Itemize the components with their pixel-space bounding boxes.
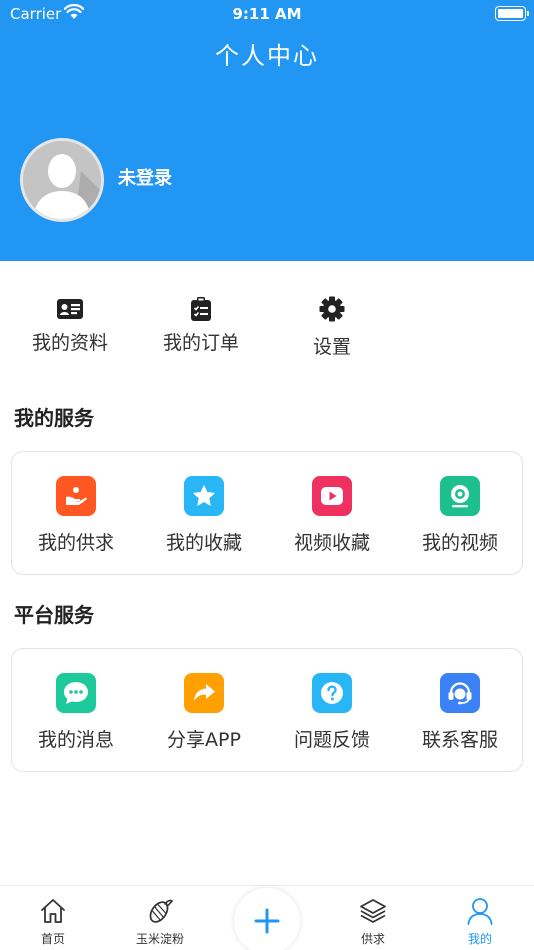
platform-services-card: 我的消息 分享APP 问题反馈 联系客服: [11, 648, 523, 772]
share-arrow-icon: [184, 673, 224, 713]
tab-mine-label: 我的: [467, 932, 492, 946]
add-post-button[interactable]: [234, 888, 300, 950]
question-icon: [312, 673, 352, 713]
profile-header: Carrier 9:11 AM 个人中心 未登录: [0, 0, 534, 261]
my-services-title: 我的服务: [14, 406, 94, 430]
feedback-label: 问题反馈: [293, 729, 370, 751]
share-app-button[interactable]: 分享APP: [140, 673, 268, 752]
tab-corn-starch[interactable]: 玉米淀粉: [115, 896, 205, 947]
chat-bubble-icon: [56, 673, 96, 713]
video-favorites-label: 视频收藏: [293, 532, 370, 554]
gear-icon: [272, 296, 392, 322]
headset-icon: [440, 673, 480, 713]
login-status-label[interactable]: 未登录: [118, 164, 172, 190]
settings-button[interactable]: 设置: [272, 296, 392, 359]
tab-corn-starch-label: 玉米淀粉: [135, 932, 184, 946]
plus-icon: [254, 908, 280, 934]
tab-home[interactable]: 首页: [8, 896, 98, 947]
star-icon: [184, 476, 224, 516]
hand-supply-icon: [56, 476, 96, 516]
avatar[interactable]: [20, 138, 104, 222]
tab-home-label: 首页: [40, 932, 65, 946]
my-videos-button[interactable]: 我的视频: [396, 476, 524, 555]
my-supply-button[interactable]: 我的供求: [12, 476, 140, 555]
avatar-silhouette-icon: [23, 141, 101, 219]
tab-mine[interactable]: 我的: [435, 896, 525, 947]
webcam-icon: [440, 476, 480, 516]
my-profile-button[interactable]: 我的资料: [10, 296, 130, 355]
customer-service-button[interactable]: 联系客服: [396, 673, 524, 752]
user-icon: [435, 896, 525, 926]
page-title: 个人中心: [215, 42, 319, 70]
my-services-card: 我的供求 我的收藏 视频收藏 我的视频: [11, 451, 523, 575]
customer-service-label: 联系客服: [421, 729, 498, 751]
my-messages-button[interactable]: 我的消息: [12, 673, 140, 752]
battery-icon: [495, 6, 529, 21]
home-icon: [8, 896, 98, 926]
status-bar: Carrier 9:11 AM: [0, 0, 534, 28]
layers-icon: [328, 896, 418, 926]
video-favorites-button[interactable]: 视频收藏: [268, 476, 396, 555]
feedback-button[interactable]: 问题反馈: [268, 673, 396, 752]
tab-supply-demand-label: 供求: [360, 932, 385, 946]
my-orders-label: 我的订单: [162, 332, 239, 354]
platform-services-title: 平台服务: [14, 603, 94, 627]
my-messages-label: 我的消息: [37, 729, 114, 751]
my-profile-label: 我的资料: [31, 332, 108, 354]
share-app-label: 分享APP: [167, 729, 241, 751]
my-favorites-label: 我的收藏: [165, 532, 242, 554]
id-card-icon: [10, 296, 130, 322]
my-supply-label: 我的供求: [37, 532, 114, 554]
my-videos-label: 我的视频: [421, 532, 498, 554]
tab-supply-demand[interactable]: 供求: [328, 896, 418, 947]
corn-icon: [115, 896, 205, 926]
my-favorites-button[interactable]: 我的收藏: [140, 476, 268, 555]
my-orders-button[interactable]: 我的订单: [141, 296, 261, 355]
clipboard-list-icon: [141, 296, 261, 322]
clock: 9:11 AM: [232, 5, 302, 23]
settings-label: 设置: [312, 336, 351, 358]
play-icon: [312, 476, 352, 516]
